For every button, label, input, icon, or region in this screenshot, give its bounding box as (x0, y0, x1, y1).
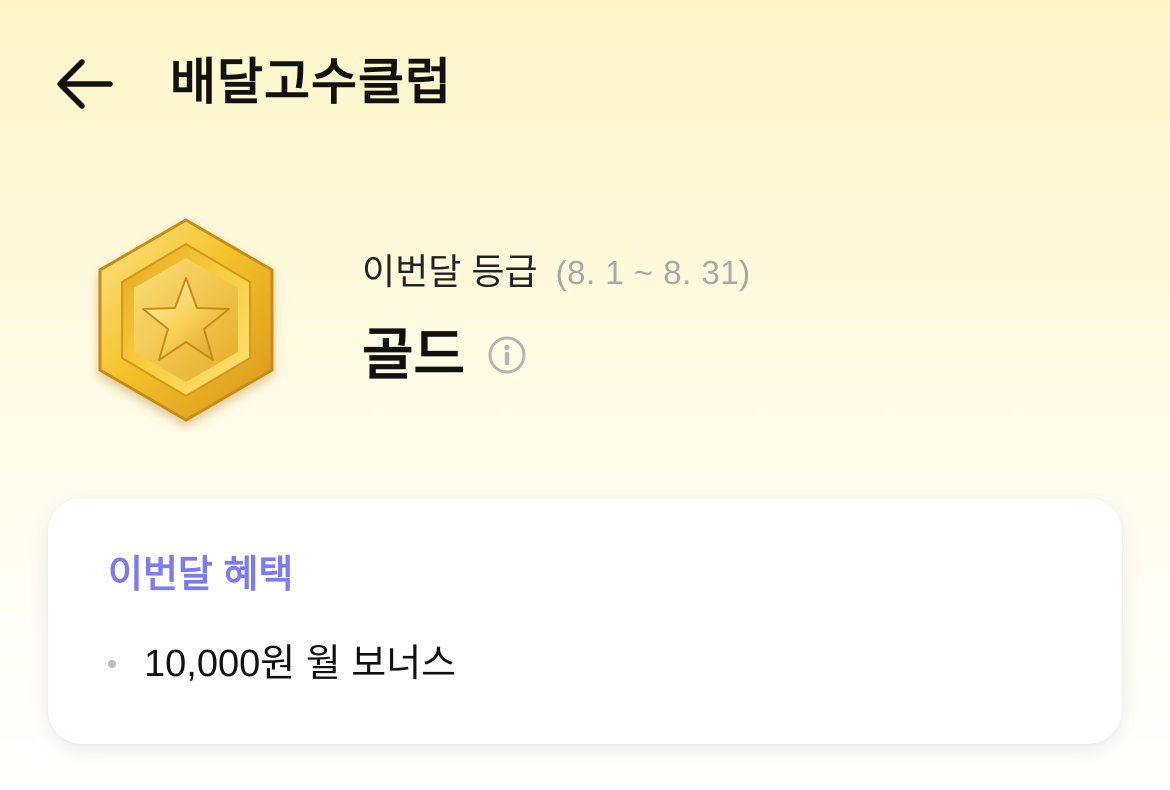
back-button[interactable] (48, 48, 120, 120)
info-icon[interactable] (487, 335, 527, 375)
app-header: 배달고수클럽 (0, 0, 1170, 170)
grade-name: 골드 (362, 323, 466, 386)
benefit-text: 10,000원 월 보너스 (144, 643, 457, 685)
gold-medal-icon (88, 212, 284, 432)
page-title: 배달고수클럽 (170, 54, 452, 110)
benefit-item: 10,000원 월 보너스 (108, 636, 456, 692)
arrow-left-icon (57, 59, 113, 109)
grade-label-row: 이번달 등급 (8. 1 ~ 8. 31) (362, 244, 751, 301)
grade-section: 이번달 등급 (8. 1 ~ 8. 31) 골드 (362, 244, 751, 395)
grade-name-row: 골드 (362, 315, 751, 395)
grade-period: (8. 1 ~ 8. 31) (555, 254, 751, 291)
benefits-card: 이번달 혜택 10,000원 월 보너스 (48, 498, 1122, 744)
grade-label: 이번달 등급 (362, 251, 538, 292)
bullet-icon (108, 660, 116, 668)
benefits-title: 이번달 혜택 (108, 554, 294, 596)
